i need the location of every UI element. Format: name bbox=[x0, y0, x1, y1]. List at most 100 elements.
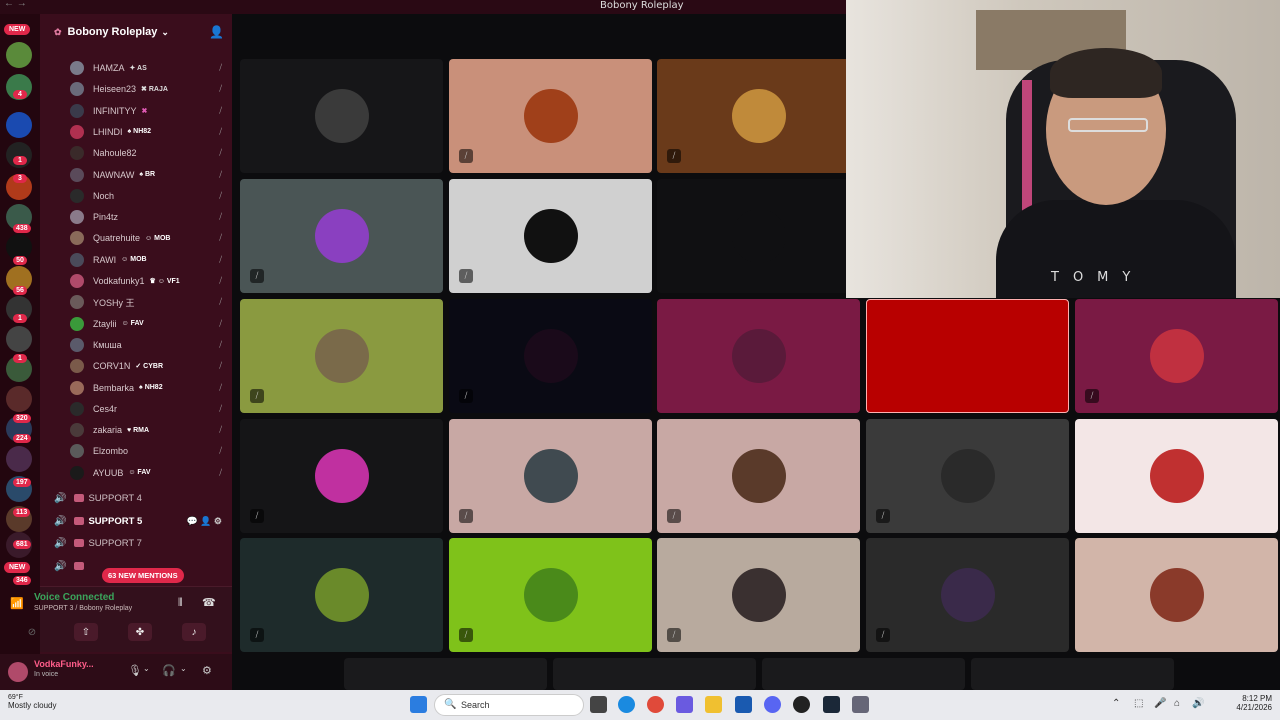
chevron-down-icon[interactable]: ⌄ bbox=[180, 664, 187, 673]
server-icon[interactable] bbox=[6, 446, 32, 472]
voice-channel-support-7[interactable]: 🔊 SUPPORT 7 bbox=[54, 533, 230, 553]
obs-icon[interactable] bbox=[793, 696, 810, 713]
noise-suppression-icon[interactable]: ⫴ bbox=[178, 597, 183, 610]
participant-tile[interactable] bbox=[762, 658, 965, 690]
participant-tile[interactable]: ⧸ bbox=[240, 299, 443, 413]
chrome-icon[interactable] bbox=[647, 696, 664, 713]
participant-tile[interactable]: ⧸ bbox=[449, 59, 652, 173]
participant-tile[interactable]: ⧸ bbox=[657, 59, 860, 173]
new-pill-top[interactable]: NEW bbox=[4, 24, 31, 35]
voice-member[interactable]: zakaria ♥ RMA ⧸ bbox=[70, 420, 230, 440]
participant-tile[interactable]: ⧸ bbox=[240, 179, 443, 293]
username[interactable]: VodkaFunky... bbox=[34, 659, 94, 669]
voice-member[interactable]: Ztaylii ☺ FAV ⧸ bbox=[70, 314, 230, 334]
server-icon[interactable] bbox=[6, 112, 32, 138]
participant-tile[interactable] bbox=[553, 658, 756, 690]
new-mentions-pill[interactable]: 63 NEW MENTIONS bbox=[102, 568, 184, 583]
microphone-icon[interactable]: 🎙 bbox=[128, 664, 142, 677]
soundboard-icon[interactable]: ♪ bbox=[182, 623, 206, 641]
avatar bbox=[1149, 449, 1204, 503]
voice-member[interactable]: CORV1N ✓ CYBR ⧸ bbox=[70, 356, 230, 376]
voice-member[interactable]: INFINITYY ✖ ⧸ bbox=[70, 101, 230, 121]
new-pill-bottom[interactable]: NEW bbox=[4, 562, 31, 573]
voice-channel-support-5[interactable]: 🔊 SUPPORT 5 💬 👤 ⚙ bbox=[54, 511, 230, 531]
voice-location[interactable]: SUPPORT 3 / Bobony Roleplay bbox=[34, 605, 132, 612]
participant-tile[interactable] bbox=[657, 179, 860, 293]
weather-desc: Mostly cloudy bbox=[8, 701, 57, 710]
channel-actions-icon[interactable]: 💬 👤 ⚙ bbox=[187, 516, 222, 527]
server-header[interactable]: ✿ Bobony Roleplay ⌄ 👤 bbox=[40, 14, 232, 50]
disconnect-icon[interactable]: ☎ bbox=[202, 596, 216, 609]
voice-member[interactable]: HAMZA ✦ AS ⧸ bbox=[70, 58, 230, 78]
voice-member[interactable]: Nahoule82 ⧸ bbox=[70, 143, 230, 163]
participant-tile[interactable]: ⧸ bbox=[240, 419, 443, 533]
task-view-icon[interactable] bbox=[590, 696, 607, 713]
participant-tile[interactable]: ⧸ bbox=[449, 538, 652, 652]
mic-icon[interactable]: 🎤 bbox=[1154, 698, 1166, 709]
taskbar-search[interactable]: 🔍 Search bbox=[434, 694, 584, 716]
participant-tile[interactable] bbox=[866, 299, 1069, 413]
member-tag: ♠ NH82 bbox=[127, 128, 152, 136]
server-icon[interactable] bbox=[6, 326, 32, 352]
voice-member[interactable]: Кмuша ⧸ bbox=[70, 335, 230, 355]
avatar bbox=[70, 380, 84, 395]
voice-member[interactable]: NAWNAW ♠ BR ⧸ bbox=[70, 165, 230, 185]
file-explorer-icon[interactable] bbox=[705, 696, 722, 713]
volume-icon[interactable]: 🔊 bbox=[1192, 698, 1204, 709]
tray-app-icon[interactable]: ⬚ bbox=[1134, 698, 1143, 709]
voice-member[interactable]: Quatrehuite ☺ MOB ⧸ bbox=[70, 228, 230, 248]
server-icon[interactable] bbox=[6, 386, 32, 412]
store-icon[interactable] bbox=[735, 696, 752, 713]
weather-widget[interactable]: 69°F Mostly cloudy bbox=[8, 694, 56, 710]
edge-icon[interactable] bbox=[618, 696, 635, 713]
voice-member[interactable]: YOSHy 王 ⧸ bbox=[70, 292, 230, 312]
participant-tile[interactable] bbox=[1075, 419, 1278, 533]
avatar[interactable] bbox=[8, 662, 28, 682]
participant-tile[interactable]: ⧸ bbox=[449, 179, 652, 293]
network-icon[interactable]: ⌂ bbox=[1174, 698, 1180, 709]
participant-tile[interactable]: ⧸ bbox=[657, 419, 860, 533]
server-icon[interactable] bbox=[6, 42, 32, 68]
participant-tile[interactable] bbox=[1075, 538, 1278, 652]
voice-member[interactable]: Pin4tz ⧸ bbox=[70, 207, 230, 227]
screen-share-icon[interactable]: ⇧ bbox=[74, 623, 98, 641]
discord-icon[interactable] bbox=[764, 696, 781, 713]
activities-icon[interactable]: ✤ bbox=[128, 623, 152, 641]
participant-tile[interactable]: ⧸ bbox=[449, 299, 652, 413]
participant-tile[interactable] bbox=[657, 299, 860, 413]
back-forward-icon[interactable]: ← → bbox=[4, 0, 27, 9]
participant-tile[interactable] bbox=[240, 59, 443, 173]
muted-icon: ⧸ bbox=[250, 509, 264, 523]
participant-tile[interactable]: ⧸ bbox=[449, 419, 652, 533]
participant-tile[interactable]: ⧸ bbox=[657, 538, 860, 652]
voice-channel-support-4[interactable]: 🔊 SUPPORT 4 bbox=[54, 488, 230, 508]
camera-off-icon[interactable]: ⊘ bbox=[20, 623, 44, 641]
participant-tile[interactable]: ⧸ bbox=[1075, 299, 1278, 413]
voice-member[interactable]: AYUUB ☺ FAV ⧸ bbox=[70, 463, 230, 483]
settings-icon[interactable] bbox=[852, 696, 869, 713]
participant-tile[interactable]: ⧸ bbox=[866, 538, 1069, 652]
voice-member[interactable]: Bembarka ♠ NH82 ⧸ bbox=[70, 378, 230, 398]
headphones-icon[interactable]: 🎧 bbox=[162, 664, 176, 677]
tray-chevron-icon[interactable]: ⌃ bbox=[1112, 698, 1120, 709]
add-member-icon[interactable]: 👤 bbox=[209, 25, 224, 39]
windows-start-icon[interactable] bbox=[410, 696, 427, 713]
voice-member[interactable]: Elzombo ⧸ bbox=[70, 441, 230, 461]
voice-member-list: HAMZA ✦ AS ⧸ Heiseen23 ✖ RAJA ⧸ INFINITYY ✖ ⧸ LHI… bbox=[40, 58, 232, 498]
voice-member[interactable]: Noch ⧸ bbox=[70, 186, 230, 206]
settings-gear-icon[interactable]: ⚙ bbox=[202, 664, 212, 677]
voice-member[interactable]: LHINDI ♠ NH82 ⧸ bbox=[70, 122, 230, 142]
chevron-down-icon[interactable]: ⌄ bbox=[143, 664, 150, 673]
participant-tile[interactable] bbox=[344, 658, 547, 690]
participant-tile[interactable] bbox=[971, 658, 1174, 690]
voice-member[interactable]: Heiseen23 ✖ RAJA ⧸ bbox=[70, 79, 230, 99]
voice-member[interactable]: Ces4r ⧸ bbox=[70, 399, 230, 419]
participant-tile[interactable]: ⧸ bbox=[240, 538, 443, 652]
voice-member[interactable]: RAWI ☺ MOB ⧸ bbox=[70, 250, 230, 270]
clock[interactable]: 8:12 PM 4/21/2026 bbox=[1220, 694, 1272, 712]
participant-tile[interactable]: ⧸ bbox=[866, 419, 1069, 533]
voice-status[interactable]: Voice Connected bbox=[34, 592, 114, 603]
voice-member[interactable]: Vodkafunky1 ♛ ☺ VF1 ⧸ bbox=[70, 271, 230, 291]
steam-icon[interactable] bbox=[823, 696, 840, 713]
copilot-icon[interactable] bbox=[676, 696, 693, 713]
